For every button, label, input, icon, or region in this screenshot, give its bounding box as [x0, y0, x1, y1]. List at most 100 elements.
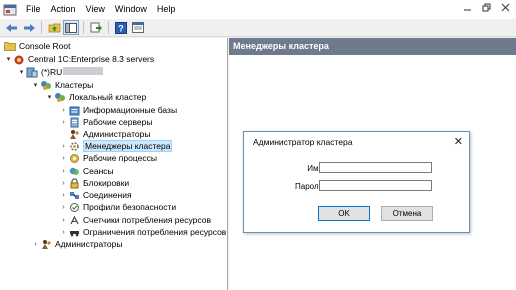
tree-item-label: Рабочие процессы — [83, 153, 157, 163]
cluster-icon — [54, 92, 66, 103]
tree-item-administrators[interactable]: Администраторы — [68, 128, 150, 140]
mmc-app-icon[interactable] — [3, 3, 17, 17]
server-group-icon — [13, 54, 25, 65]
clusters-icon — [40, 80, 52, 91]
tree-item-label: Соединения — [83, 190, 132, 200]
dialog-titlebar[interactable]: Администратор кластера ✕ — [244, 132, 469, 152]
tree-item-label: Администраторы — [55, 239, 123, 249]
database-icon — [68, 105, 80, 116]
menu-bar: File Action View Window Help — [0, 0, 516, 19]
tree-item-label: (*)RU — [41, 67, 104, 77]
up-folder-icon[interactable] — [46, 20, 62, 35]
tree-item-label: Кластеры — [55, 80, 94, 90]
tree-item-resource-limits[interactable]: › Ограничения потребления ресурсов — [59, 226, 226, 238]
window-controls — [463, 3, 510, 12]
tree-item-label: Администраторы — [83, 129, 151, 139]
redacted-hostname — [63, 67, 104, 75]
back-arrow-icon[interactable] — [4, 20, 20, 35]
expand-arrow-icon[interactable]: ▾ — [17, 68, 26, 76]
minimize-icon[interactable] — [463, 3, 472, 12]
toolbar-separator — [108, 21, 109, 34]
password-field[interactable] — [319, 180, 432, 191]
work-server-icon — [68, 117, 80, 128]
sessions-icon — [68, 166, 80, 177]
process-icon — [68, 153, 80, 164]
tree-item-label: Рабочие серверы — [83, 117, 153, 127]
show-hide-tree-icon[interactable] — [63, 20, 79, 35]
tree-item-console-root[interactable]: Console Root — [4, 40, 71, 52]
export-list-icon[interactable] — [88, 20, 104, 35]
resource-counter-icon — [68, 215, 80, 226]
tree-item-resource-counters[interactable]: › Счетчики потребления ресурсов — [59, 214, 211, 226]
tree-item-label: Ограничения потребления ресурсов — [83, 227, 227, 237]
tree-item-infobases[interactable]: › Информационные базы — [59, 104, 177, 116]
cancel-button[interactable]: Отмена — [381, 206, 433, 221]
forward-arrow-icon[interactable] — [21, 20, 37, 35]
tree-item-label: Блокировки — [83, 178, 130, 188]
tree-item-label: Информационные базы — [83, 105, 178, 115]
folder-icon — [4, 41, 16, 52]
collapse-arrow-icon[interactable]: › — [59, 204, 68, 211]
collapse-arrow-icon[interactable]: › — [59, 229, 68, 236]
tree-item-label: Локальный кластер — [69, 92, 147, 102]
menu-view[interactable]: View — [81, 0, 110, 19]
tree-item-connections[interactable]: › Соединения — [59, 189, 132, 201]
tree-item-label: Менеджеры кластера — [83, 140, 173, 152]
menu-help[interactable]: Help — [152, 0, 181, 19]
collapse-arrow-icon[interactable]: › — [59, 192, 68, 199]
menu-action[interactable]: Action — [46, 0, 81, 19]
toolbar: ? — [0, 19, 516, 37]
toolbar-separator — [41, 21, 42, 34]
collapse-arrow-icon[interactable]: › — [59, 168, 68, 175]
connections-icon — [68, 190, 80, 201]
server-icon — [26, 67, 38, 78]
lock-icon — [68, 177, 80, 189]
cluster-manager-icon — [68, 141, 80, 152]
tree-item-central-servers[interactable]: ▾ Central 1C:Enterprise 8.3 servers — [4, 53, 154, 65]
tree-item-label: Central 1C:Enterprise 8.3 servers — [28, 54, 155, 64]
help-icon[interactable]: ? — [113, 20, 129, 35]
menu-window[interactable]: Window — [110, 0, 152, 19]
collapse-arrow-icon[interactable]: › — [59, 119, 68, 126]
close-icon[interactable]: ✕ — [454, 132, 463, 152]
svg-text:?: ? — [118, 23, 124, 33]
tree-item-central-administrators[interactable]: › Администраторы — [31, 238, 122, 250]
result-pane-header: Менеджеры кластера — [229, 38, 516, 55]
collapse-arrow-icon[interactable]: › — [59, 180, 68, 187]
name-field[interactable] — [319, 162, 432, 173]
expand-arrow-icon[interactable]: ▾ — [45, 93, 54, 101]
security-profile-icon — [68, 202, 80, 213]
tree-item-cluster-managers[interactable]: › Менеджеры кластера — [59, 140, 173, 152]
admin-users-icon — [40, 239, 52, 250]
cluster-admin-dialog: Администратор кластера ✕ Имя: Пароль: OK… — [243, 131, 470, 233]
close-icon[interactable] — [501, 3, 510, 12]
properties-icon[interactable] — [130, 20, 146, 35]
tree-item-clusters[interactable]: ▾ Кластеры — [31, 79, 94, 91]
dialog-title: Администратор кластера — [253, 137, 353, 147]
collapse-arrow-icon[interactable]: › — [59, 143, 68, 150]
expand-arrow-icon[interactable]: ▾ — [4, 55, 13, 63]
tree-item-security-profiles[interactable]: › Профили безопасности — [59, 201, 176, 213]
expand-arrow-icon[interactable]: ▾ — [31, 81, 40, 89]
console-tree[interactable]: Console Root ▾ Central 1C:Enterprise 8.3… — [0, 38, 228, 290]
restore-icon[interactable] — [482, 3, 491, 12]
tree-item-work-servers[interactable]: › Рабочие серверы — [59, 116, 152, 128]
resource-limit-icon — [68, 227, 80, 238]
ok-button[interactable]: OK — [318, 206, 370, 221]
tree-item-label: Console Root — [19, 41, 71, 51]
collapse-arrow-icon[interactable]: › — [59, 155, 68, 162]
collapse-arrow-icon[interactable]: › — [31, 241, 40, 248]
collapse-arrow-icon[interactable]: › — [59, 107, 68, 114]
tree-item-label: Профили безопасности — [83, 202, 177, 212]
toolbar-separator — [83, 21, 84, 34]
tree-item-work-processes[interactable]: › Рабочие процессы — [59, 152, 157, 164]
tree-item-local-cluster[interactable]: ▾ Локальный кластер — [45, 91, 147, 103]
tree-item-host[interactable]: ▾ (*)RU — [17, 66, 104, 78]
admin-users-icon — [68, 129, 80, 140]
menu-file[interactable]: File — [21, 0, 46, 19]
tree-item-label: Сеансы — [83, 166, 114, 176]
collapse-arrow-icon[interactable]: › — [59, 217, 68, 224]
tree-item-locks[interactable]: › Блокировки — [59, 177, 129, 189]
tree-item-label: Счетчики потребления ресурсов — [83, 215, 211, 225]
tree-item-sessions[interactable]: › Сеансы — [59, 165, 114, 177]
